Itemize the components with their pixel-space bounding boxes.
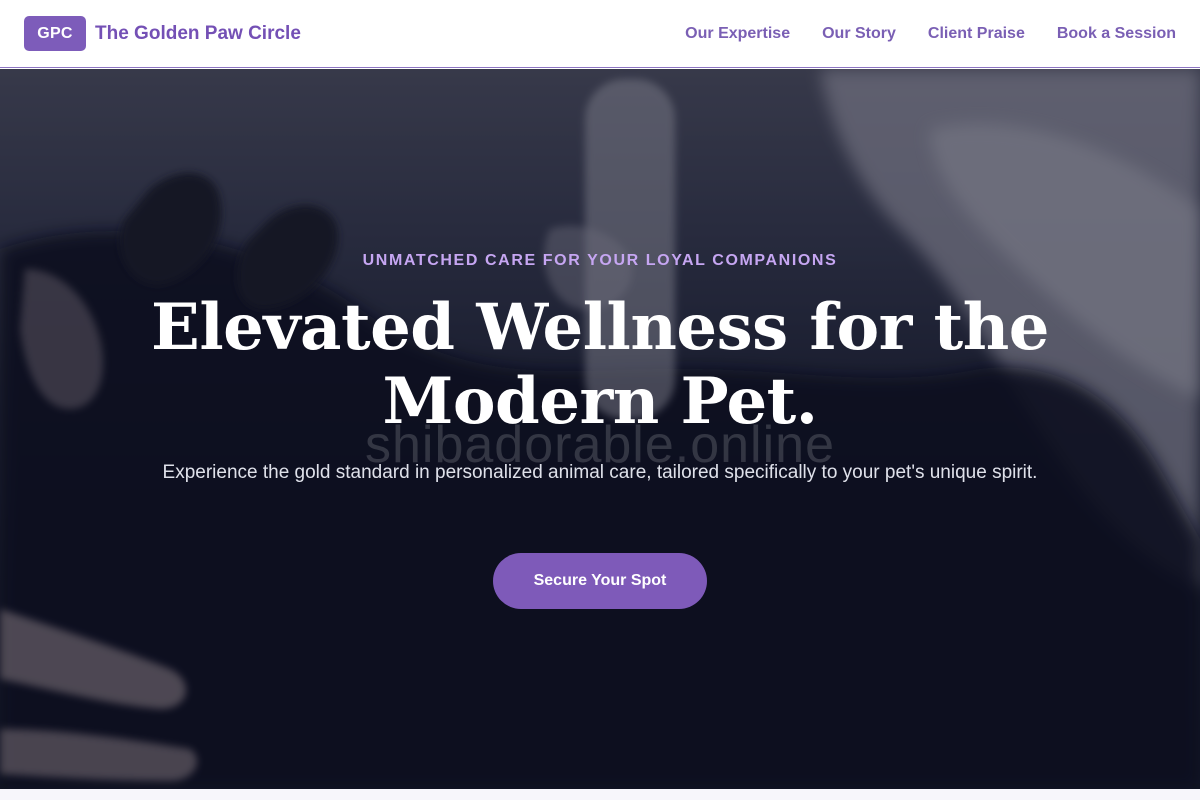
brand-name: The Golden Paw Circle [95,22,301,44]
hero-headline-line1: Elevated Wellness for the [151,290,1049,365]
main-nav: Our Expertise Our Story Client Praise Bo… [685,25,1176,43]
hero-subtext: Experience the gold standard in personal… [162,462,1038,483]
hero-section: UNMATCHED CARE FOR YOUR LOYAL COMPANIONS… [0,69,1200,789]
hero-content: UNMATCHED CARE FOR YOUR LOYAL COMPANIONS… [0,69,1200,789]
site-header: GPC The Golden Paw Circle Our Expertise … [0,0,1200,68]
secure-your-spot-button[interactable]: Secure Your Spot [493,553,707,609]
nav-link-client-praise[interactable]: Client Praise [928,25,1025,43]
brand-badge: GPC [24,16,86,51]
brand-logo-link[interactable]: GPC The Golden Paw Circle [24,16,301,51]
nav-link-our-story[interactable]: Our Story [822,25,896,43]
nav-link-our-expertise[interactable]: Our Expertise [685,25,790,43]
page-bottom-edge [0,789,1200,800]
hero-eyebrow: UNMATCHED CARE FOR YOUR LOYAL COMPANIONS [362,252,838,269]
nav-link-book-a-session[interactable]: Book a Session [1057,25,1176,43]
